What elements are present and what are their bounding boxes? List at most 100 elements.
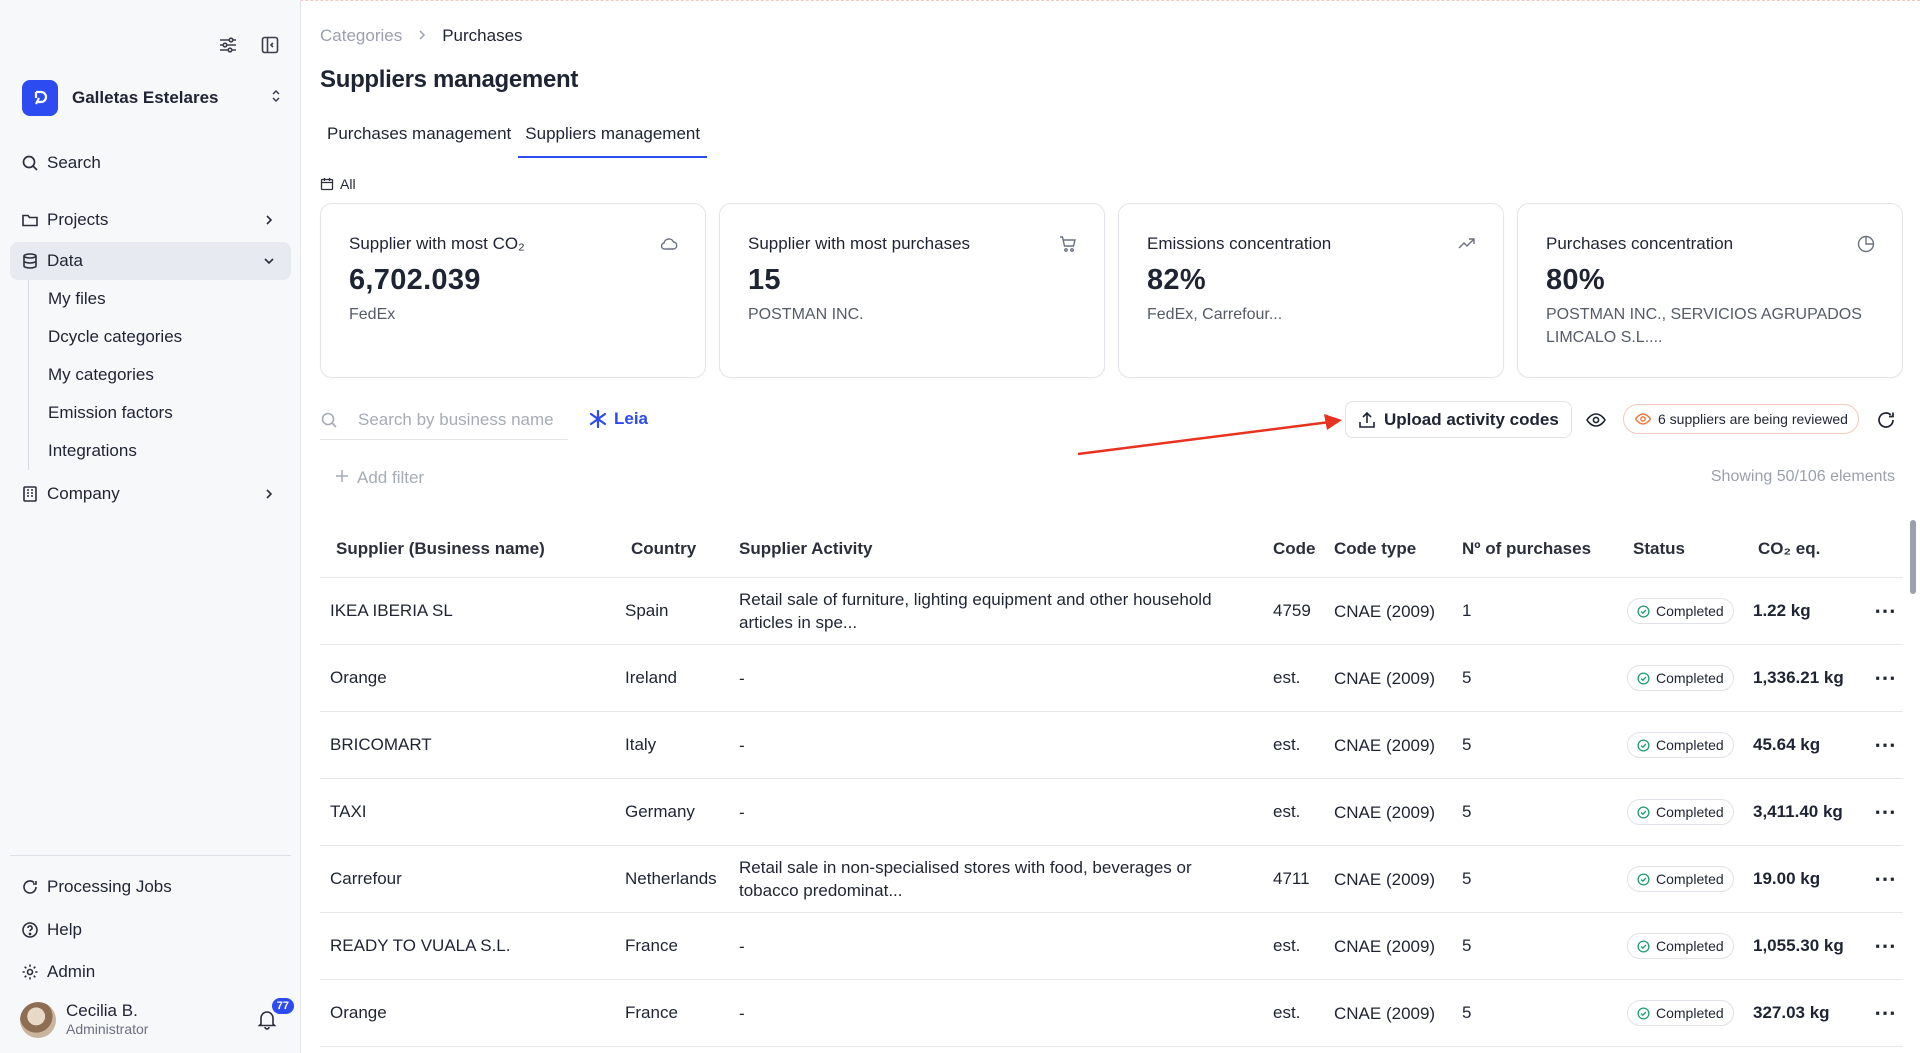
collapse-sidebar-icon[interactable] <box>259 34 281 56</box>
cell-country: France <box>625 936 678 955</box>
cell-code: 4759 <box>1273 601 1311 620</box>
more-options-icon[interactable]: ⋯ <box>1868 1000 1903 1026</box>
sidebar-item-processing-jobs[interactable]: Processing Jobs <box>10 868 291 906</box>
table-row[interactable]: TAXI Germany - est. CNAE (2009) 5 Comple… <box>320 779 1903 846</box>
cart-icon <box>1060 236 1076 252</box>
cell-co2: 19.00 kg <box>1753 869 1821 888</box>
cell-code: est. <box>1273 802 1301 821</box>
submenu-item-my-files[interactable]: My files <box>29 280 182 318</box>
tab-suppliers-management[interactable]: Suppliers management <box>518 120 708 158</box>
search-icon <box>321 412 337 428</box>
card-title: Supplier with most CO₂ <box>349 234 525 253</box>
sidebar-item-search[interactable]: Search <box>10 144 291 182</box>
status-badge: Completed <box>1627 732 1734 758</box>
add-filter-button[interactable]: Add filter <box>335 468 424 488</box>
building-icon <box>20 484 40 504</box>
status-label: Completed <box>1656 938 1724 954</box>
table-header: Supplier (Business name) Country Supplie… <box>320 520 1903 578</box>
column-header-code-type[interactable]: Code type <box>1334 537 1462 560</box>
submenu-item-emission-factors[interactable]: Emission factors <box>29 394 182 432</box>
trend-up-icon <box>1458 238 1475 249</box>
more-options-icon[interactable]: ⋯ <box>1868 732 1903 758</box>
table-row[interactable]: BRICOMART Italy - est. CNAE (2009) 5 Com… <box>320 712 1903 779</box>
cell-code-type: CNAE (2009) <box>1334 601 1436 621</box>
status-label: Completed <box>1656 804 1724 820</box>
column-header-supplier[interactable]: Supplier (Business name) <box>320 539 625 559</box>
user-profile[interactable]: Cecilia B. Administrator 77 <box>20 998 294 1040</box>
more-options-icon[interactable]: ⋯ <box>1868 866 1903 892</box>
column-header-status[interactable]: Status <box>1627 539 1753 559</box>
eye-icon[interactable] <box>1585 409 1607 431</box>
cell-co2: 327.03 kg <box>1753 1003 1830 1022</box>
suppliers-review-badge[interactable]: 6 suppliers are being reviewed <box>1623 404 1859 434</box>
table-scrollbar[interactable] <box>1910 520 1916 594</box>
search-input[interactable] <box>358 409 558 430</box>
org-name: Galletas Estelares <box>72 88 219 107</box>
sidebar-item-help[interactable]: Help <box>10 911 291 949</box>
submenu-item-my-categories[interactable]: My categories <box>29 356 182 394</box>
database-icon <box>20 251 40 271</box>
search-box <box>320 400 568 440</box>
table-row[interactable]: Carrefour Netherlands Retail sale in non… <box>320 846 1903 913</box>
refresh-icon[interactable] <box>1875 409 1897 431</box>
sidebar-item-label: Search <box>47 153 101 172</box>
sliders-icon[interactable] <box>217 34 239 56</box>
cell-supplier: TAXI <box>330 802 367 821</box>
submenu-item-integrations[interactable]: Integrations <box>29 432 182 470</box>
leia-button[interactable]: Leia <box>588 409 648 429</box>
main-content: Categories Purchases Suppliers managemen… <box>302 0 1920 1053</box>
status-badge: Completed <box>1627 799 1734 825</box>
status-label: Completed <box>1656 603 1724 619</box>
table-row[interactable]: Orange Ireland - est. CNAE (2009) 5 Comp… <box>320 645 1903 712</box>
user-name: Cecilia B. <box>66 1001 138 1020</box>
table-row[interactable]: READY TO VUALA S.L. France - est. CNAE (… <box>320 913 1903 980</box>
table-row[interactable]: Orange France - est. CNAE (2009) 5 Compl… <box>320 980 1903 1047</box>
user-role: Administrator <box>66 1021 149 1037</box>
column-header-code[interactable]: Code <box>1273 539 1334 559</box>
cell-co2: 1.22 kg <box>1753 601 1811 620</box>
chevron-right-icon <box>416 26 428 46</box>
submenu-item-dcycle-categories[interactable]: Dcycle categories <box>29 318 182 356</box>
cell-co2: 45.64 kg <box>1753 735 1821 754</box>
status-badge: Completed <box>1627 598 1734 624</box>
cell-country: France <box>625 1003 678 1022</box>
help-icon <box>20 920 40 940</box>
sidebar-item-projects[interactable]: Projects <box>10 201 291 239</box>
cell-supplier: BRICOMART <box>330 735 432 754</box>
column-header-co2[interactable]: CO₂ eq. <box>1753 539 1868 559</box>
cell-code: est. <box>1273 936 1301 955</box>
chevron-down-icon <box>259 251 279 271</box>
column-header-purchases[interactable]: Nº of purchases <box>1462 539 1627 559</box>
check-circle-icon <box>1637 604 1650 618</box>
upload-activity-codes-button[interactable]: Upload activity codes <box>1345 401 1572 438</box>
column-header-country[interactable]: Country <box>625 539 739 559</box>
cell-country: Germany <box>625 802 695 821</box>
sparkle-icon <box>589 409 607 429</box>
breadcrumb-categories[interactable]: Categories <box>320 26 402 46</box>
sidebar-item-data[interactable]: Data <box>10 242 291 280</box>
more-options-icon[interactable]: ⋯ <box>1868 665 1903 691</box>
column-header-activity[interactable]: Supplier Activity <box>739 537 1273 560</box>
table-row[interactable]: IKEA IBERIA SL Spain Retail sale of furn… <box>320 578 1903 645</box>
cell-country: Netherlands <box>625 869 717 888</box>
more-options-icon[interactable]: ⋯ <box>1868 799 1903 825</box>
notifications-button[interactable]: 77 <box>256 998 294 1032</box>
cell-supplier: IKEA IBERIA SL <box>330 601 453 620</box>
card-subtitle: POSTMAN INC., SERVICIOS AGRUPADOS LIMCAL… <box>1546 306 1862 346</box>
org-logo <box>22 80 58 116</box>
sidebar-item-admin[interactable]: Admin <box>10 953 291 991</box>
sidebar-item-company[interactable]: Company <box>10 475 291 513</box>
folder-icon <box>20 210 40 230</box>
page-title: Suppliers management <box>320 66 579 93</box>
refresh-icon <box>20 877 40 897</box>
period-filter[interactable]: All <box>320 176 356 192</box>
cell-code: est. <box>1273 735 1301 754</box>
tab-purchases-management[interactable]: Purchases management <box>320 120 518 158</box>
organization-switcher[interactable]: Galletas Estelares <box>22 80 284 116</box>
cell-code-type: CNAE (2009) <box>1334 869 1436 889</box>
more-options-icon[interactable]: ⋯ <box>1868 933 1903 959</box>
check-circle-icon <box>1637 805 1650 819</box>
notification-count-badge: 77 <box>271 998 294 1014</box>
more-options-icon[interactable]: ⋯ <box>1868 598 1903 624</box>
eye-icon <box>1634 413 1652 425</box>
